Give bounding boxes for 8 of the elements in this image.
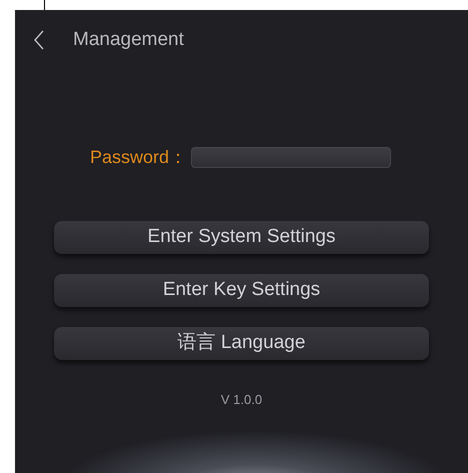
back-icon[interactable]: [33, 30, 45, 50]
menu-button[interactable]: Enter Key Settings: [54, 274, 429, 307]
version-text: V 1.0.0: [220, 391, 262, 409]
page-title: Management: [73, 28, 184, 52]
menu-button[interactable]: Enter System Settings: [54, 221, 429, 254]
password-field[interactable]: [191, 146, 392, 168]
menu-button[interactable]: 语言 Language: [54, 327, 429, 360]
password-label: Password：: [90, 146, 188, 168]
